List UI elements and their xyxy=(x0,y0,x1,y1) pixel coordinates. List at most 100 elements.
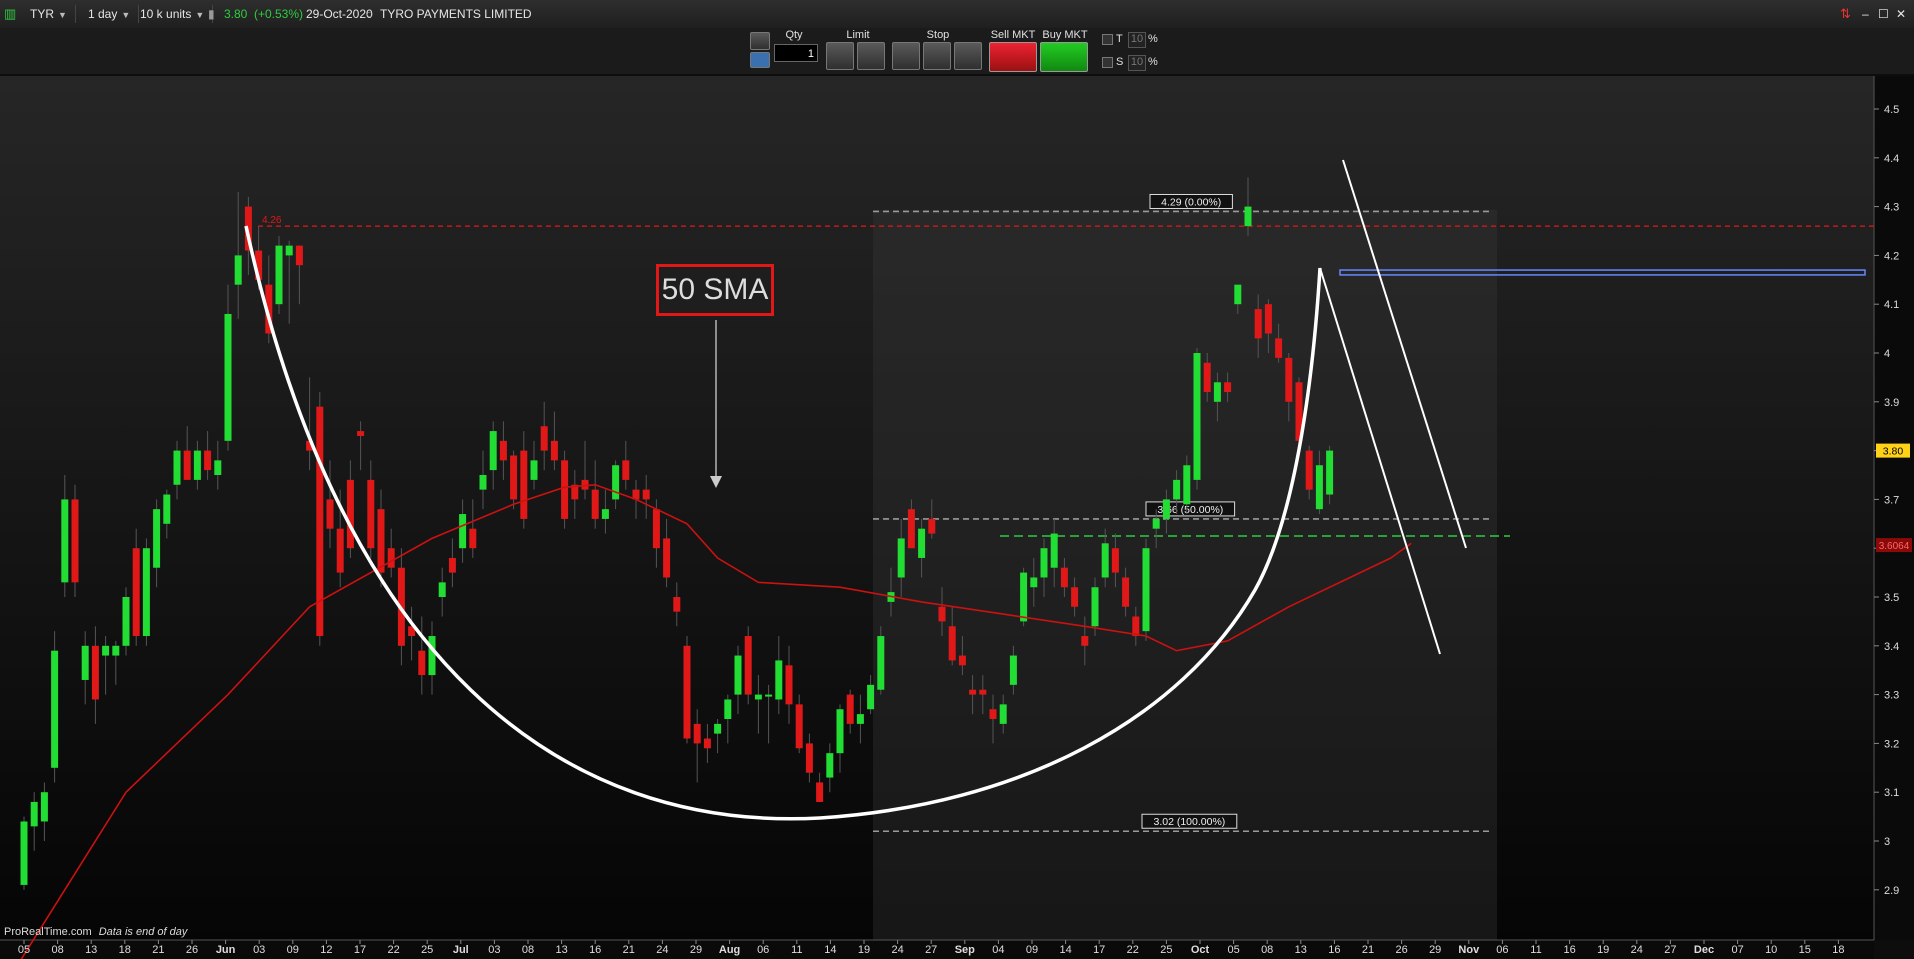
candle xyxy=(836,709,844,754)
x-tick-label: 26 xyxy=(1395,944,1407,956)
legend-item[interactable]: SMA (50) xyxy=(310,76,368,92)
x-tick-label: 16 xyxy=(1563,944,1575,956)
candle xyxy=(367,479,375,549)
timeframe-dropdown[interactable]: 1 day ▼ xyxy=(84,5,140,23)
t-pct-label: % xyxy=(1148,33,1158,45)
stop-label: Stop xyxy=(926,29,950,41)
order-bar: Qty 1 Limit Stop Sell MKT Buy MKT T 10 %… xyxy=(0,28,1914,74)
chart-type-icon[interactable]: ▥ xyxy=(4,5,16,23)
x-tick-label: 24 xyxy=(891,944,903,956)
y-tick-label: 4.4 xyxy=(1884,153,1899,165)
x-tick-label: 29 xyxy=(690,944,702,956)
s-checkbox[interactable] xyxy=(1102,57,1113,68)
candle xyxy=(1071,587,1079,607)
symbol-dropdown[interactable]: TYR ▼ xyxy=(26,5,76,23)
candle xyxy=(326,499,334,529)
y-tick-label: 3.1 xyxy=(1884,787,1899,799)
close-chart-icon[interactable]: ⊠ xyxy=(20,76,29,92)
candle xyxy=(785,665,793,705)
candle xyxy=(61,499,69,583)
candle xyxy=(499,440,507,461)
link-icon[interactable]: ⧉ xyxy=(2,76,10,92)
candle xyxy=(40,792,48,822)
legend-swatch xyxy=(310,79,319,89)
candle xyxy=(1162,499,1170,519)
x-tick-label: 03 xyxy=(253,944,265,956)
x-tick-label: 21 xyxy=(1362,944,1374,956)
y-axis-panel xyxy=(1874,76,1914,940)
candle xyxy=(357,431,365,436)
price-chart-icon[interactable]: ⧈ xyxy=(38,76,45,92)
s-value-input[interactable]: 10 xyxy=(1128,55,1146,71)
alert-icon[interactable]: ⇅ xyxy=(1840,5,1851,23)
x-tick-label: 16 xyxy=(589,944,601,956)
top-toolbar: ▥ TYR ▼ 1 day ▼ 10 k units ▼ ▮ 3.80 (+0.53%… xyxy=(0,0,1914,29)
candle xyxy=(632,489,640,500)
candle xyxy=(652,509,660,549)
candle xyxy=(530,460,538,480)
candle xyxy=(1285,357,1293,402)
candle xyxy=(438,582,446,597)
t-checkbox[interactable] xyxy=(1102,34,1113,45)
candle xyxy=(193,450,201,480)
legend-item[interactable]: SMA (20) xyxy=(376,76,434,92)
sma50-line xyxy=(20,483,1412,959)
candle xyxy=(938,606,946,622)
legend-label: SMA (150) xyxy=(114,78,166,90)
legend-item[interactable]: Price xyxy=(56,76,93,92)
y-tick-label: 2.9 xyxy=(1884,885,1899,897)
candle xyxy=(459,514,467,549)
candle xyxy=(846,694,854,724)
buy-mkt-label: Buy MKT xyxy=(1042,29,1088,41)
x-tick-label: 13 xyxy=(85,944,97,956)
candle xyxy=(214,460,222,475)
candle xyxy=(867,684,875,710)
candle xyxy=(948,626,956,661)
x-tick-label: 18 xyxy=(1832,944,1844,956)
fib-label-box xyxy=(1141,813,1238,829)
candle xyxy=(20,821,28,885)
x-tick-label: 06 xyxy=(757,944,769,956)
chevron-down-icon: ▼ xyxy=(58,10,67,20)
candle xyxy=(683,645,691,739)
candle xyxy=(183,450,191,480)
price-chart[interactable]: 4.26 4.29 (0.00%) 3.66 (50.00%) 3.02 (100.0… xyxy=(0,0,1914,959)
candle xyxy=(612,465,620,500)
fib-label: 3.66 (50.00%) xyxy=(1157,504,1223,516)
resistance-tag: 4.26 xyxy=(262,215,282,226)
stop-sell-button[interactable] xyxy=(892,42,920,70)
t-value-input[interactable]: 10 xyxy=(1128,32,1146,48)
stop-buy-button[interactable] xyxy=(923,42,951,70)
close-icon[interactable]: ✕ xyxy=(1896,5,1906,23)
annotation-arrow-head xyxy=(710,476,722,488)
x-tick-label: 05 xyxy=(1227,944,1239,956)
candle xyxy=(1275,338,1283,358)
limit-buy-button[interactable] xyxy=(857,42,885,70)
candle xyxy=(408,626,416,637)
candle xyxy=(30,801,38,827)
candle xyxy=(1305,450,1313,490)
legend-item[interactable]: EMA (13) xyxy=(246,76,304,92)
candle xyxy=(275,245,283,305)
wrench-icon[interactable] xyxy=(750,32,770,50)
x-tick-label: 25 xyxy=(421,944,433,956)
legend-item[interactable]: SMA (200) xyxy=(174,76,238,92)
minimize-icon[interactable]: – xyxy=(1862,5,1869,23)
buy-market-button[interactable] xyxy=(1040,42,1088,72)
candle xyxy=(479,475,487,490)
units-dropdown[interactable]: 10 k units ▼ xyxy=(136,5,214,23)
legend-item[interactable]: SMA (150) xyxy=(102,76,166,92)
candle xyxy=(1040,548,1048,578)
sell-market-button[interactable] xyxy=(989,42,1037,72)
info-icon[interactable]: ▮ xyxy=(208,5,215,23)
legend-label: SMA (20) xyxy=(388,78,434,90)
x-tick-label: 21 xyxy=(152,944,164,956)
chevron-down-icon: ▼ xyxy=(195,10,205,20)
t-label: T xyxy=(1116,33,1123,45)
keypad-icon[interactable] xyxy=(750,52,770,68)
qty-input[interactable]: 1 xyxy=(774,44,818,62)
stop-limit-button[interactable] xyxy=(954,42,982,70)
resistance-zone xyxy=(1339,269,1866,276)
maximize-icon[interactable]: ☐ xyxy=(1878,5,1889,23)
limit-sell-button[interactable] xyxy=(826,42,854,70)
